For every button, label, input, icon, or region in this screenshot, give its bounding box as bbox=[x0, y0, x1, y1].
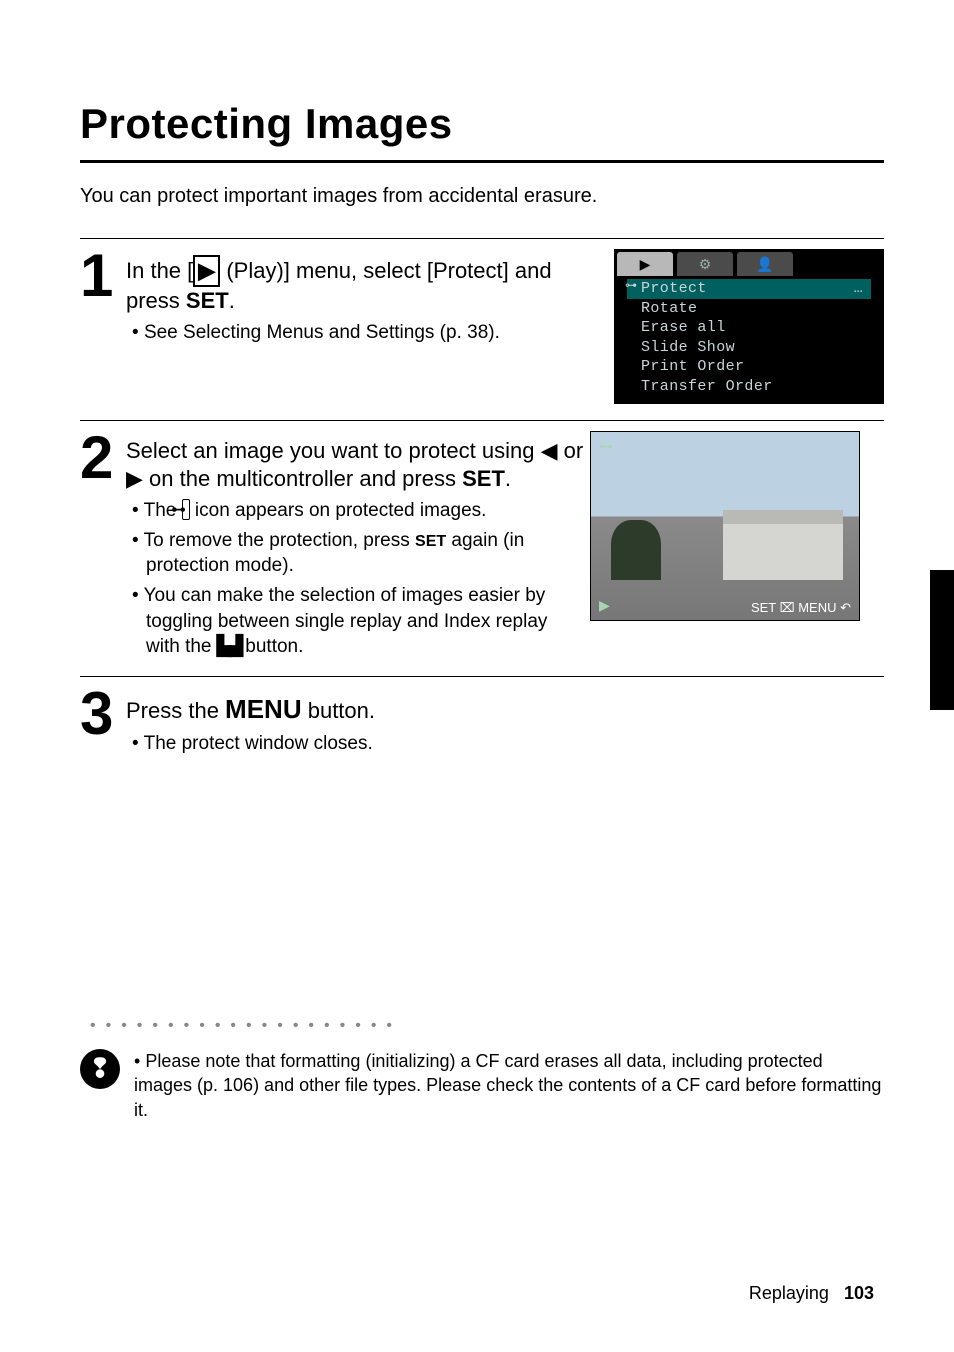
protect-indicator-icon: ⊶ bbox=[599, 438, 613, 455]
menu-tab-play: ▶ bbox=[617, 252, 673, 276]
step-1-heading: In the [▶ (Play)] menu, select [Protect]… bbox=[126, 255, 610, 314]
caution-note: ❢ • Please note that formatting (initial… bbox=[80, 1049, 884, 1122]
step-1: 1 In the [▶ (Play)] menu, select [Protec… bbox=[80, 249, 884, 404]
step-number: 1 bbox=[80, 249, 122, 303]
camera-menu-screenshot: ▶ ⚙ 👤 Protect Rotate Erase all Slide Sho… bbox=[614, 249, 884, 404]
text: or bbox=[558, 438, 584, 463]
divider bbox=[80, 676, 884, 677]
step-3-bullet: The protect window closes. bbox=[132, 731, 884, 757]
text: Press the bbox=[126, 698, 225, 723]
text: . bbox=[229, 288, 235, 313]
index-icon: ▙▟ bbox=[217, 636, 240, 657]
title-rule bbox=[80, 160, 884, 163]
protect-icon: ⊶ bbox=[182, 499, 190, 520]
left-arrow-icon: ◀ bbox=[541, 438, 558, 463]
step-1-bullet: See Selecting Menus and Settings (p. 38)… bbox=[132, 320, 610, 346]
menu-item-slideshow: Slide Show bbox=[627, 338, 871, 358]
text: You can make the selection of images eas… bbox=[144, 585, 548, 657]
step-2-bullet: To remove the protection, press SET agai… bbox=[132, 528, 586, 579]
playback-icon: ▶ bbox=[599, 597, 610, 614]
intro-text: You can protect important images from ac… bbox=[80, 185, 884, 208]
set-label: SET bbox=[462, 466, 505, 491]
page-title: Protecting Images bbox=[80, 100, 884, 148]
note-bullet: • bbox=[134, 1051, 145, 1071]
page-footer: Replaying 103 bbox=[749, 1283, 874, 1304]
menu-item-rotate: Rotate bbox=[627, 299, 871, 319]
menu-tab-mycamera: 👤 bbox=[737, 252, 793, 276]
footer-page-number: 103 bbox=[844, 1283, 874, 1303]
photo-building bbox=[723, 510, 843, 580]
divider bbox=[80, 420, 884, 421]
menu-item-printorder: Print Order bbox=[627, 357, 871, 377]
play-icon: ▶ bbox=[193, 255, 220, 287]
text: In the [ bbox=[126, 258, 193, 283]
footer-section: Replaying bbox=[749, 1283, 829, 1303]
step-number: 3 bbox=[80, 687, 122, 741]
text: on the multicontroller and press bbox=[143, 466, 462, 491]
dot-separator: •••••••••••••••••••• bbox=[90, 1017, 884, 1035]
step-2-bullet: The ⊶ icon appears on protected images. bbox=[132, 498, 586, 524]
set-label: SET bbox=[415, 533, 446, 550]
step-2: 2 Select an image you want to protect us… bbox=[80, 431, 884, 660]
photo-tree bbox=[611, 520, 661, 580]
text: . bbox=[505, 466, 511, 491]
step-number: 2 bbox=[80, 431, 122, 485]
text: To remove the protection, press bbox=[144, 530, 415, 551]
menu-item-erase: Erase all bbox=[627, 318, 871, 338]
text: button. bbox=[240, 636, 303, 657]
set-label: SET bbox=[186, 288, 229, 313]
menu-item-protect: Protect bbox=[627, 279, 871, 299]
text: button. bbox=[302, 698, 375, 723]
step-3-heading: Press the MENU button. bbox=[126, 693, 884, 726]
step-2-bullet: You can make the selection of images eas… bbox=[132, 583, 586, 660]
photo-hud-text: SET ⌧ MENU ↶ bbox=[751, 600, 851, 616]
step-3: 3 Press the MENU button. The protect win… bbox=[80, 687, 884, 757]
note-text-body: Please note that formatting (initializin… bbox=[134, 1051, 881, 1120]
camera-photo-screenshot: ⊶ ▶ SET ⌧ MENU ↶ bbox=[590, 431, 860, 621]
text: Select an image you want to protect usin… bbox=[126, 438, 541, 463]
warning-icon: ❢ bbox=[80, 1049, 120, 1089]
right-arrow-icon: ▶ bbox=[126, 466, 143, 491]
menu-item-transferorder: Transfer Order bbox=[627, 377, 871, 397]
divider bbox=[80, 238, 884, 239]
step-2-heading: Select an image you want to protect usin… bbox=[126, 437, 586, 492]
text: icon appears on protected images. bbox=[190, 500, 487, 521]
menu-label: MENU bbox=[225, 694, 302, 724]
menu-tab-setup: ⚙ bbox=[677, 252, 733, 276]
